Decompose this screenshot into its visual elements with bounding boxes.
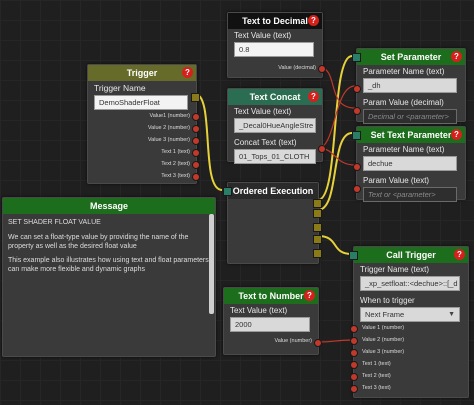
node-title: Set Text Parameter <box>357 127 465 143</box>
output-label: Value 2 (number) <box>147 125 190 131</box>
input-label: Text 1 (text) <box>362 361 391 367</box>
node-title: Call Trigger <box>354 247 468 263</box>
output-label: Text 2 (text) <box>161 161 190 167</box>
exec-input-port[interactable] <box>352 131 361 140</box>
help-icon[interactable]: ? <box>304 290 315 301</box>
field-label: Trigger Name (text) <box>360 265 430 274</box>
trigger-name-input[interactable]: _xp_setfloat::<dechue>::[_d <box>360 276 460 291</box>
parameter-name-input[interactable]: _dh <box>363 78 457 93</box>
output-port[interactable] <box>192 125 200 133</box>
output-port[interactable] <box>192 113 200 121</box>
input-port[interactable] <box>353 163 361 171</box>
input-label: Value 2 (number) <box>362 337 405 343</box>
text-value-input[interactable]: _Decal0HueAngleStre <box>234 118 316 133</box>
output-port[interactable] <box>192 161 200 169</box>
output-label: Text 3 (text) <box>161 173 190 179</box>
node-text-to-decimal[interactable]: Text to Decimal ? Text Value (text) 0.8 … <box>227 12 326 78</box>
when-to-trigger-select[interactable]: Next Frame ▼ <box>360 307 460 322</box>
output-label: Value (decimal) <box>278 65 316 71</box>
node-ordered-execution[interactable]: Ordered Execution <box>223 182 322 264</box>
node-set-text-parameter[interactable]: Set Text Parameter ? Parameter Name (tex… <box>352 126 466 202</box>
chevron-down-icon: ▼ <box>448 311 455 318</box>
field-label: Text Value (text) <box>234 31 292 40</box>
node-title: Message <box>3 198 215 214</box>
param-value-input[interactable]: Text or <parameter> <box>363 187 457 202</box>
exec-output-port[interactable] <box>313 223 322 232</box>
scrollbar[interactable] <box>209 214 214 314</box>
input-port[interactable] <box>350 385 358 393</box>
text-value-input[interactable]: 0.8 <box>234 42 314 57</box>
field-label: Param Value (decimal) <box>363 98 444 107</box>
field-label: When to trigger <box>360 296 415 305</box>
field-label: Parameter Name (text) <box>363 67 445 76</box>
exec-input-port[interactable] <box>352 53 361 62</box>
help-icon[interactable]: ? <box>308 91 319 102</box>
input-label: Text 3 (text) <box>362 385 391 391</box>
exec-output-port[interactable] <box>313 235 322 244</box>
input-port[interactable] <box>350 349 358 357</box>
message-body: SET SHADER FLOAT VALUE We can set a floa… <box>3 214 215 286</box>
field-label: Trigger Name <box>94 83 146 93</box>
input-label: Text 2 (text) <box>362 373 391 379</box>
output-port[interactable] <box>192 137 200 145</box>
output-label: Value1 (number) <box>149 113 190 119</box>
exec-output-port[interactable] <box>313 209 322 218</box>
node-trigger[interactable]: Trigger ? Trigger Name DemoShaderFloat V… <box>87 64 200 184</box>
input-port[interactable] <box>350 373 358 381</box>
output-port[interactable] <box>318 145 326 153</box>
node-call-trigger[interactable]: Call Trigger ? Trigger Name (text) _xp_s… <box>349 246 469 398</box>
exec-output-port[interactable] <box>313 249 322 258</box>
concat-text-input[interactable]: 01_Tops_01_CLOTH <box>234 149 316 164</box>
input-label: Value 3 (number) <box>362 349 405 355</box>
node-title: Set Parameter <box>357 49 465 65</box>
help-icon[interactable]: ? <box>182 67 193 78</box>
field-label: Text Value (text) <box>230 306 288 315</box>
exec-input-port[interactable] <box>223 187 232 196</box>
exec-output-port[interactable] <box>313 199 322 208</box>
input-port[interactable] <box>350 361 358 369</box>
select-value: Next Frame <box>365 310 405 319</box>
message-paragraph: We can set a float-type value by providi… <box>8 233 189 250</box>
field-label: Param Value (text) <box>363 176 430 185</box>
text-value-input[interactable]: 2000 <box>230 317 310 332</box>
field-label: Parameter Name (text) <box>363 145 445 154</box>
output-label: Text 1 (text) <box>161 149 190 155</box>
output-port[interactable] <box>314 339 322 347</box>
exec-output-port[interactable] <box>191 93 200 102</box>
input-label: Value 1 (number) <box>362 325 405 331</box>
input-port[interactable] <box>353 185 361 193</box>
message-paragraph: This example also illustrates how using … <box>8 257 209 273</box>
field-label: Text Value (text) <box>234 107 292 116</box>
output-label: Value (number) <box>274 338 313 344</box>
help-icon[interactable]: ? <box>451 129 462 140</box>
node-message[interactable]: Message SET SHADER FLOAT VALUE We can se… <box>2 197 216 357</box>
exec-input-port[interactable] <box>349 251 358 260</box>
node-text-to-number[interactable]: Text to Number ? Text Value (text) 2000 … <box>223 287 322 355</box>
field-label: Concat Text (text) <box>234 138 297 147</box>
output-port[interactable] <box>318 65 326 73</box>
input-port[interactable] <box>350 337 358 345</box>
parameter-name-input[interactable]: dechue <box>363 156 457 171</box>
input-port[interactable] <box>353 107 361 115</box>
help-icon[interactable]: ? <box>308 15 319 26</box>
input-port[interactable] <box>350 325 358 333</box>
help-icon[interactable]: ? <box>454 249 465 260</box>
message-heading: SET SHADER FLOAT VALUE <box>8 219 101 226</box>
node-title: Trigger <box>88 65 196 81</box>
param-value-input[interactable]: Decimal or <parameter> <box>363 109 457 124</box>
node-set-parameter[interactable]: Set Parameter ? Parameter Name (text) _d… <box>352 48 466 124</box>
node-text-concat[interactable]: Text Concat ? Text Value (text) _Decal0H… <box>227 88 326 164</box>
output-port[interactable] <box>192 173 200 181</box>
node-title: Ordered Execution <box>228 183 318 199</box>
output-label: Value 3 (number) <box>147 137 190 143</box>
input-port[interactable] <box>353 85 361 93</box>
help-icon[interactable]: ? <box>451 51 462 62</box>
trigger-name-input[interactable]: DemoShaderFloat <box>94 95 188 110</box>
output-port[interactable] <box>192 149 200 157</box>
